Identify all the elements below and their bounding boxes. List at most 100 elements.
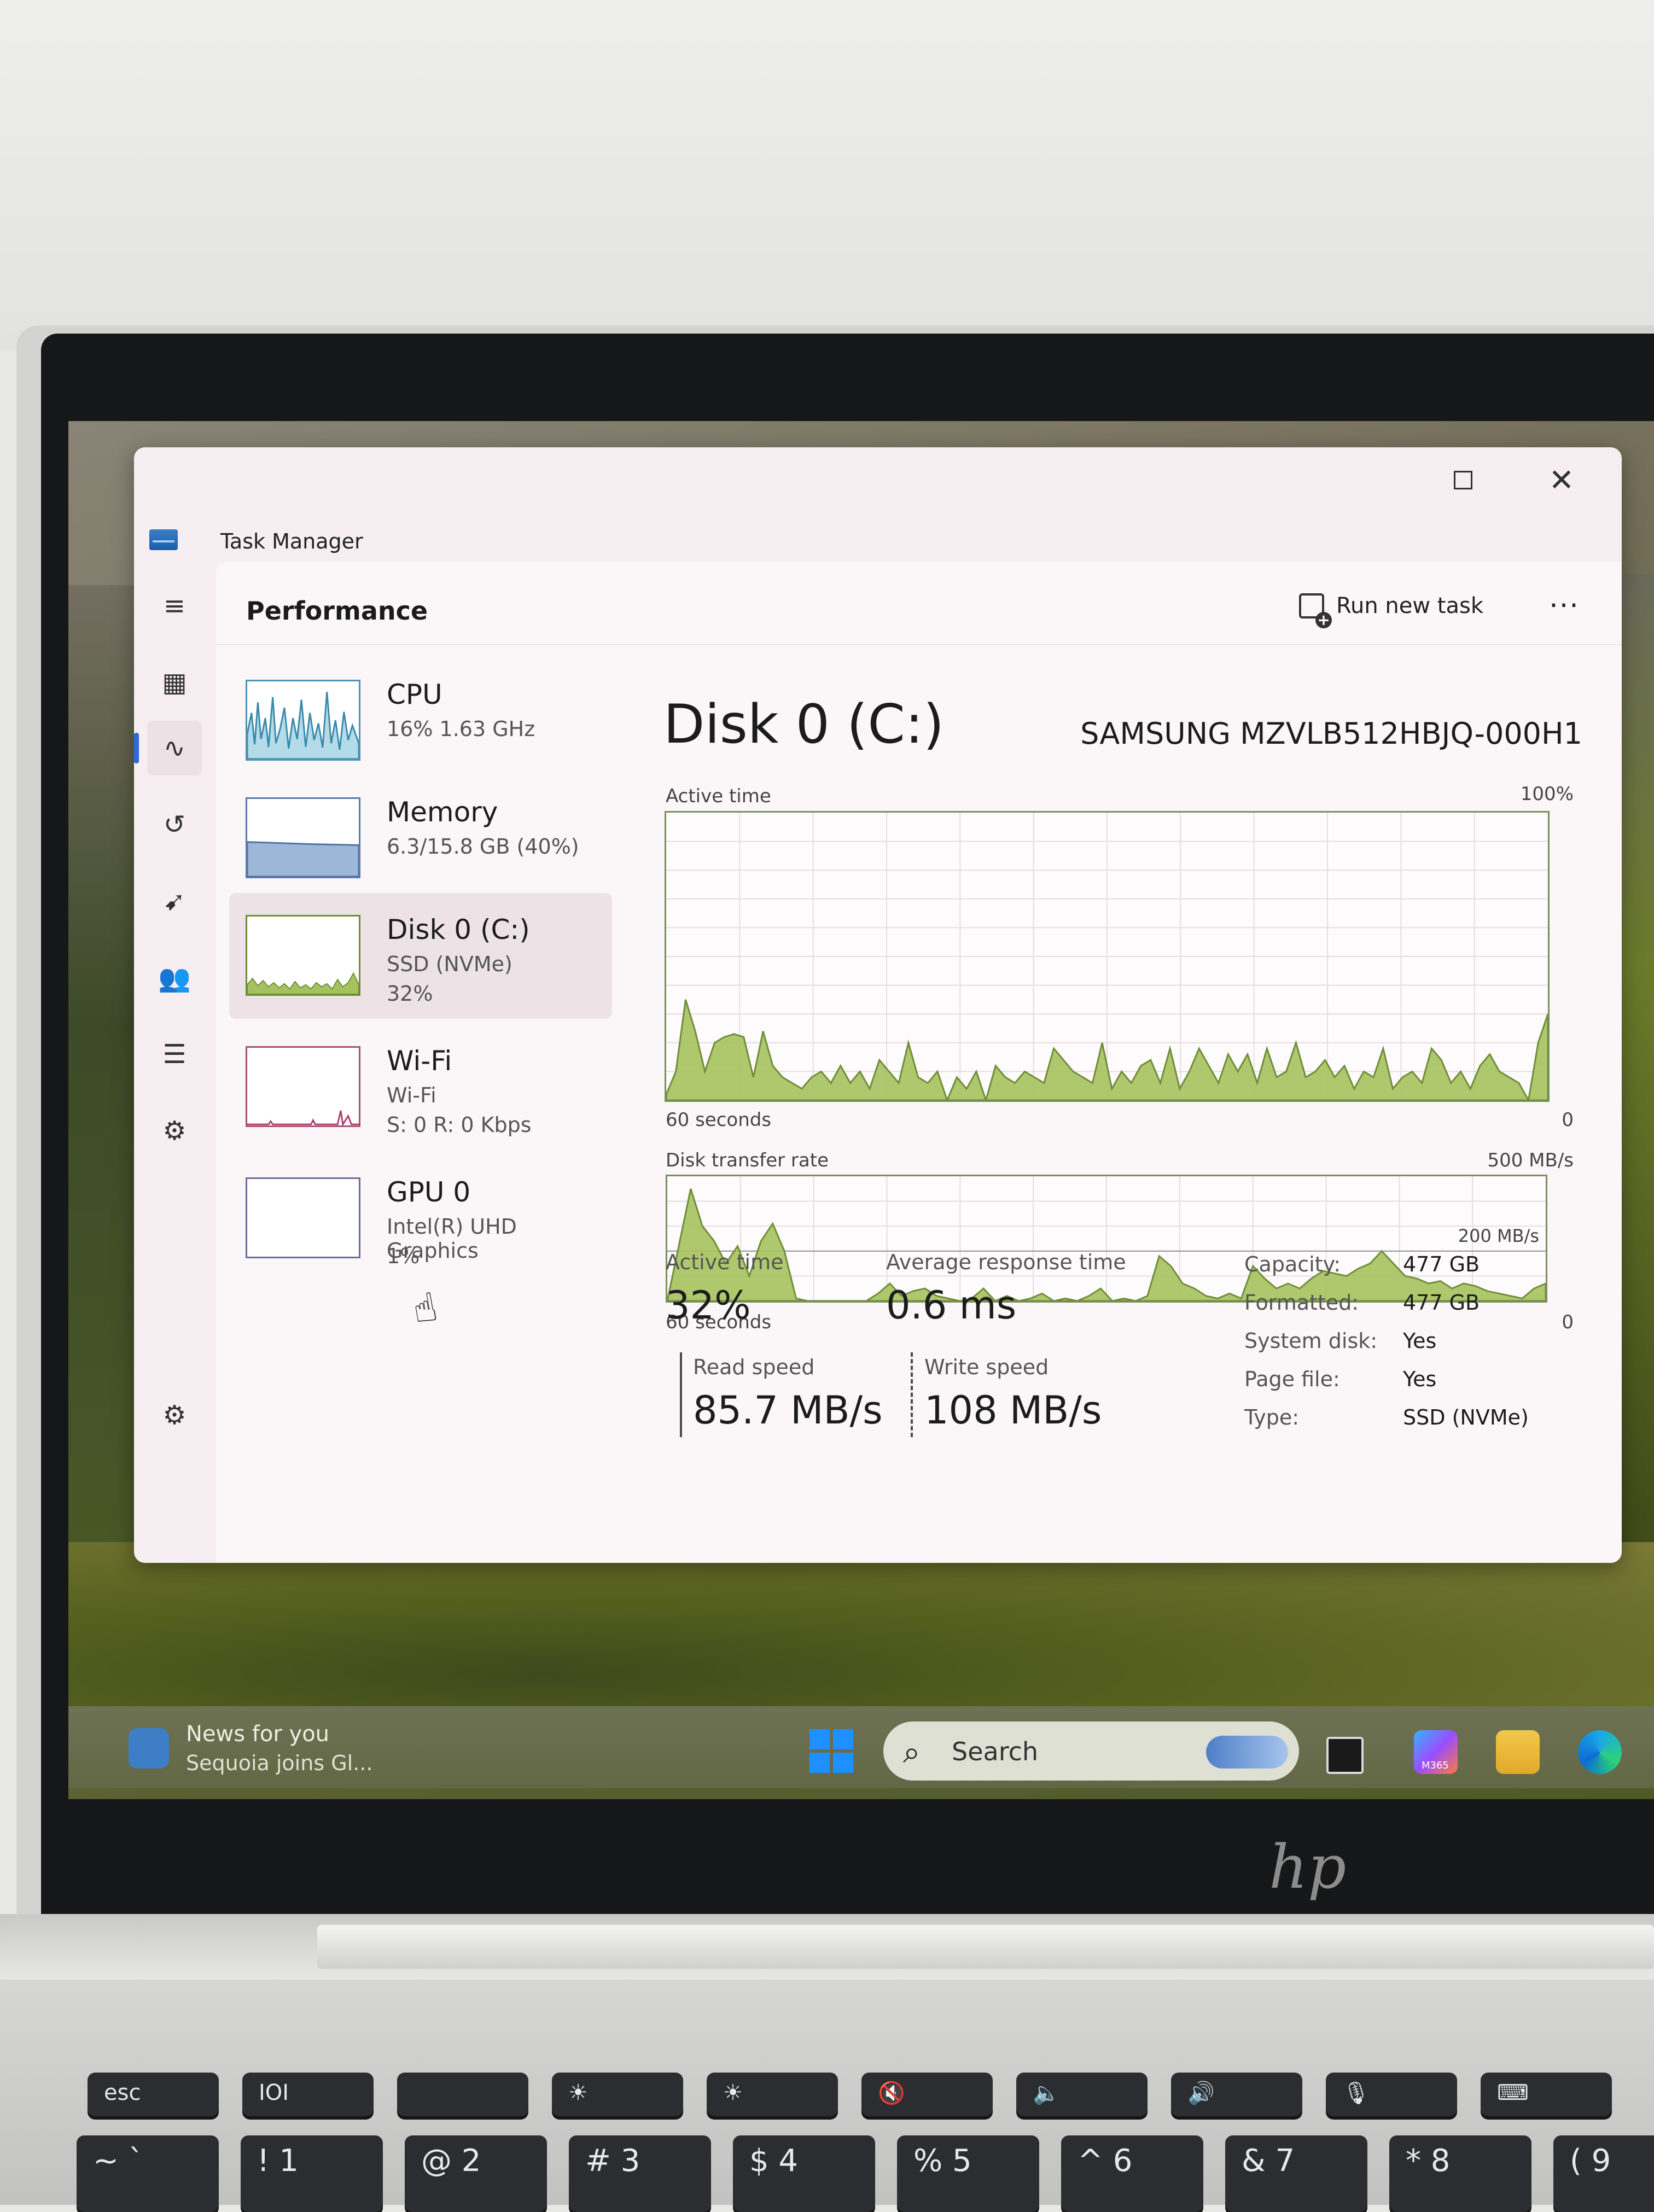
news-widget-headline[interactable]: Sequoia joins Gl... (186, 1751, 372, 1775)
resource-memory[interactable]: Memory 6.3/15.8 GB (40%) (229, 775, 612, 901)
file-explorer-icon[interactable] (1496, 1730, 1540, 1774)
number-key[interactable]: ( 9 (1553, 2135, 1654, 2212)
key-legend: ^ 6 (1078, 2143, 1133, 2179)
processes-icon[interactable]: ▦ (147, 655, 202, 710)
key-legend: 🔊 (1187, 2081, 1215, 2106)
search-highlight-art (1206, 1736, 1288, 1769)
active-time-graph-x-left: 60 seconds (666, 1109, 772, 1131)
news-widget-icon[interactable] (129, 1728, 169, 1769)
capacity-key: Capacity: (1244, 1252, 1341, 1276)
resource-gpu-0[interactable]: GPU 0 Intel(R) UHD Graphics 1% (229, 1155, 612, 1281)
gpu-thumbnail (246, 1177, 360, 1258)
app-history-icon[interactable]: ↺ (147, 797, 202, 852)
resource-detail: 16% 1.63 GHz (387, 717, 535, 741)
key-legend: IOI (259, 2080, 289, 2105)
function-key[interactable]: esc (88, 2073, 219, 2116)
number-key[interactable]: # 3 (569, 2135, 711, 2212)
key-legend: ☀ (723, 2080, 743, 2105)
search-icon: ⌕ (903, 1735, 921, 1770)
write-speed-label: Write speed (924, 1355, 1049, 1379)
resource-detail: 6.3/15.8 GB (40%) (387, 834, 579, 859)
avg-response-label: Average response time (886, 1250, 1126, 1274)
title-bar[interactable]: Task Manager ✕ (134, 447, 1622, 557)
active-time-graph-x-right: 0 (1562, 1109, 1574, 1131)
disk-model: SAMSUNG MZVLB512HBJQ-000H1 (1080, 716, 1582, 751)
number-key[interactable]: * 8 (1389, 2135, 1531, 2212)
key-legend: 🎙 (1342, 2081, 1370, 2106)
function-key[interactable]: 🔈 (1016, 2073, 1148, 2116)
capacity-value: 477 GB (1403, 1252, 1480, 1276)
key-legend: 🔇 (878, 2081, 905, 2106)
resource-disk-0[interactable]: Disk 0 (C:) SSD (NVMe) 32% (229, 893, 612, 1019)
number-key[interactable]: ! 1 (241, 2135, 383, 2212)
number-key[interactable]: ^ 6 (1061, 2135, 1203, 2212)
function-key[interactable]: 🔇 (861, 2073, 993, 2116)
m365-app-icon[interactable]: M365 (1414, 1730, 1458, 1774)
wallpaper-left (68, 585, 139, 1679)
number-key[interactable]: $ 4 (733, 2135, 875, 2212)
function-key[interactable]: IOI (242, 2073, 374, 2116)
key-legend: * 8 (1406, 2143, 1451, 2179)
wall-background (0, 0, 1654, 350)
key-legend: ! 1 (257, 2143, 299, 2179)
number-key[interactable]: ~ ` (77, 2135, 219, 2212)
wifi-thumbnail (246, 1046, 360, 1127)
close-button[interactable]: ✕ (1534, 458, 1589, 502)
write-speed-value: 108 MB/s (924, 1388, 1102, 1433)
active-indicator (134, 733, 139, 763)
function-key[interactable]: ⌨ (1481, 2073, 1612, 2116)
read-speed-label: Read speed (693, 1355, 815, 1379)
start-button-icon[interactable] (809, 1729, 853, 1773)
maximize-button[interactable] (1436, 458, 1490, 502)
number-key[interactable]: % 5 (897, 2135, 1039, 2212)
resource-wifi[interactable]: Wi-Fi Wi-Fi S: 0 R: 0 Kbps (229, 1024, 612, 1150)
taskbar: News for you Sequoia joins Gl... ⌕ Searc… (68, 1706, 1654, 1788)
run-new-task-button[interactable]: Run new task (1288, 584, 1494, 628)
task-manager-app-icon (149, 529, 178, 550)
news-widget-title[interactable]: News for you (186, 1721, 329, 1747)
read-speed-divider (680, 1352, 682, 1437)
page-file-key: Page file: (1244, 1367, 1340, 1391)
resource-cpu[interactable]: CPU 16% 1.63 GHz (229, 658, 612, 784)
write-speed-divider (911, 1352, 913, 1437)
resource-name: Wi-Fi (387, 1045, 452, 1077)
transfer-rate-graph-svg (667, 1176, 1546, 1301)
services-icon[interactable]: ⚙ (147, 1104, 202, 1158)
resource-name: CPU (387, 679, 442, 710)
settings-icon[interactable]: ⚙ (147, 1388, 202, 1443)
function-key[interactable] (397, 2073, 528, 2116)
more-options-button[interactable]: ··· (1540, 584, 1589, 628)
active-time-graph-svg (666, 813, 1548, 1100)
startup-apps-icon[interactable]: ➹ (147, 874, 202, 929)
hamburger-menu-icon[interactable]: ≡ (147, 579, 202, 633)
m365-label: M365 (1422, 1760, 1449, 1771)
key-legend: ☀ (568, 2080, 588, 2105)
disk-title: Disk 0 (C:) (663, 693, 945, 756)
formatted-value: 477 GB (1403, 1291, 1480, 1315)
transfer-rate-graph-max: 500 MB/s (1487, 1149, 1574, 1171)
number-key[interactable]: & 7 (1225, 2135, 1367, 2212)
hinge-bar (317, 1925, 1654, 1969)
cpu-thumbnail (246, 680, 360, 761)
key-legend: ~ ` (93, 2143, 144, 2179)
function-key[interactable]: 🎙 (1326, 2073, 1457, 2116)
edge-browser-icon[interactable] (1578, 1730, 1622, 1774)
transfer-rate-ref-label: 200 MB/s (1458, 1225, 1539, 1246)
function-key[interactable]: 🔊 (1171, 2073, 1302, 2116)
active-time-label: Active time (666, 1250, 784, 1274)
function-key[interactable]: ☀ (552, 2073, 683, 2116)
details-icon[interactable]: ☰ (147, 1027, 202, 1082)
task-view-icon[interactable] (1326, 1737, 1364, 1774)
function-key[interactable]: ☀ (707, 2073, 838, 2116)
key-legend: % 5 (913, 2143, 972, 2179)
performance-icon[interactable]: ∿ (147, 721, 202, 775)
transfer-rate-graph: 200 MB/s (666, 1175, 1547, 1303)
taskbar-search-box[interactable]: ⌕ Search (883, 1721, 1299, 1781)
active-time-graph-label: Active time (666, 785, 771, 807)
key-legend: # 3 (585, 2143, 640, 2179)
number-key[interactable]: @ 2 (405, 2135, 547, 2212)
users-icon[interactable]: 👥 (147, 950, 202, 1005)
read-speed-value: 85.7 MB/s (693, 1388, 883, 1433)
panel-header: Performance Run new task ··· (216, 562, 1622, 645)
key-legend: esc (104, 2080, 141, 2105)
